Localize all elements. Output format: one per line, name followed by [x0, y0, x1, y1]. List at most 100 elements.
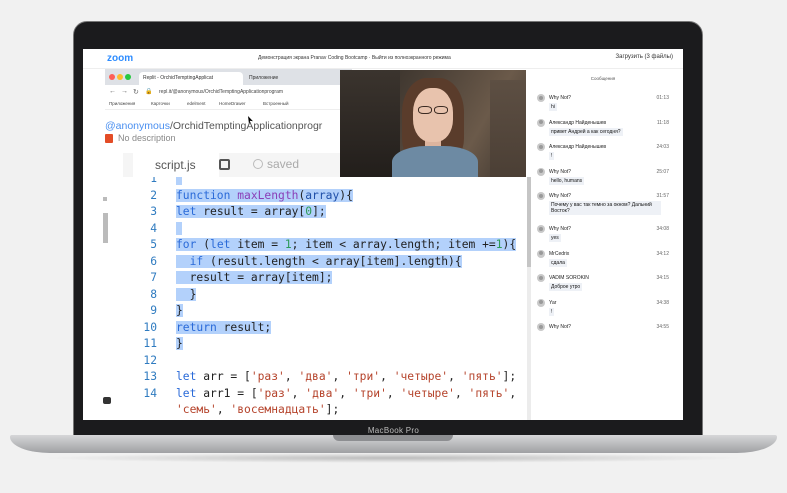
code-text: let result = array[0]; — [176, 205, 326, 218]
chat-time: 34:38 — [656, 299, 669, 306]
code-token: } — [176, 337, 183, 350]
chat-sender: Yar — [549, 299, 557, 306]
lock-icon: 🔒 — [145, 89, 153, 95]
url-bar: ← → ↻ 🔒 repl.it/@anonymous/OrchidTemptin… — [105, 85, 352, 99]
code-token: array — [305, 188, 340, 202]
code-line[interactable]: 10 return result; — [123, 320, 528, 338]
code-line[interactable]: 13 let arr = ['раз', 'два', 'три', 'четыр… — [123, 370, 528, 387]
minimize-window-icon[interactable] — [117, 74, 123, 80]
avatar-icon — [537, 323, 545, 331]
chat-text: Доброе утро — [549, 283, 583, 291]
rail-handle[interactable] — [103, 213, 108, 243]
code-line[interactable]: 3 let result = array[0]; — [123, 205, 528, 222]
scrollbar-thumb[interactable] — [527, 177, 531, 267]
chat-text: привет Андрей а как сегодня? — [549, 127, 623, 136]
avatar-icon — [537, 118, 545, 127]
code-token: function — [176, 188, 238, 202]
upload-button[interactable]: Загрузить (3 файлы) — [615, 54, 673, 60]
bookmark-item[interactable]: HomeDrawer — [219, 101, 246, 106]
close-window-icon[interactable] — [109, 74, 115, 80]
forward-icon[interactable]: → — [121, 88, 128, 95]
code-text: } — [176, 304, 183, 317]
reload-icon[interactable]: ↻ — [133, 88, 139, 96]
code-line[interactable]: 'семь', 'восемнадцать']; — [123, 403, 528, 420]
bookmark-item[interactable]: Приложения — [109, 101, 135, 106]
code-token: 'семь' — [176, 403, 217, 416]
repl-description: No description — [105, 133, 176, 144]
code-text: let arr = ['раз', 'два', 'три', 'четыре'… — [176, 370, 516, 383]
laptop-screen: zoom Демонстрация экрана Pranav Coding B… — [83, 49, 683, 420]
code-line[interactable]: 11} — [123, 337, 528, 354]
line-number: 8 — [150, 287, 157, 301]
repl-description-text[interactable]: No description — [118, 133, 176, 143]
code-token: ]; — [325, 403, 340, 416]
browser-tab-app[interactable]: Приложение — [245, 72, 325, 85]
chat-text: yes — [549, 234, 561, 242]
file-tab-script[interactable]: script.js — [133, 153, 219, 177]
code-text — [176, 177, 182, 185]
code-token: result; — [223, 320, 272, 334]
browser-tab-replit[interactable]: Replit - OrchidTemptingApplicat — [139, 72, 243, 85]
address-field[interactable]: repl.it/@anonymous/OrchidTemptingApplica… — [159, 89, 283, 95]
repl-title: @anonymous/OrchidTemptingApplicationprog… — [105, 120, 322, 132]
chat-sender: VADIM SOROKIN — [549, 275, 589, 281]
code-token: 'три' — [352, 386, 387, 400]
meeting-title: Демонстрация экрана Pranav Coding Bootca… — [258, 55, 451, 61]
browser-tab-bar: Replit - OrchidTemptingApplicat Приложен… — [105, 69, 352, 85]
line-number: 10 — [143, 320, 157, 334]
code-line[interactable]: 14 let arr1 = ['раз', 'два', 'три', 'четы… — [123, 387, 528, 404]
code-line[interactable]: 12 — [123, 354, 528, 371]
code-area[interactable]: 1 2 function maxLength(array){3 let result… — [123, 177, 528, 420]
code-editor[interactable]: 1 2 function maxLength(array){3 let result… — [123, 177, 528, 420]
chat-sender: Why Not? — [549, 226, 571, 232]
code-line[interactable]: 8 } — [123, 287, 528, 305]
bookmark-item[interactable]: Карточки — [151, 101, 170, 106]
chat-text: ! — [549, 152, 555, 160]
code-token: , — [291, 386, 306, 400]
line-number: 3 — [150, 205, 157, 218]
code-line[interactable]: 1 — [123, 177, 528, 189]
chat-sender: Александр Найденышев — [549, 144, 607, 150]
code-line[interactable]: 7 result = array[item]; — [123, 271, 528, 288]
chat-text: hi — [549, 103, 557, 111]
code-token: let — [210, 238, 238, 251]
code-token: , — [454, 386, 469, 400]
left-rail — [103, 177, 111, 420]
line-number: 13 — [143, 370, 157, 383]
repl-project-name: /OrchidTemptingApplicationprogr — [169, 120, 323, 132]
format-icon[interactable] — [219, 159, 230, 170]
code-text: } — [176, 287, 197, 301]
line-number: 14 — [143, 386, 157, 400]
line-number: 6 — [150, 254, 157, 268]
code-token: return — [176, 320, 224, 334]
code-line[interactable]: 2 function maxLength(array){ — [123, 188, 528, 206]
chat-sender: MrCedrix — [549, 250, 570, 257]
webcam-video — [340, 70, 526, 177]
bookmark-item[interactable]: Встроенный — [263, 101, 289, 106]
laptop-brand: MacBook Pro — [367, 426, 420, 435]
code-token: item = — [237, 238, 285, 251]
code-token: 'пять' — [461, 370, 503, 383]
console-toggle-icon[interactable] — [103, 397, 111, 404]
line-number: 4 — [150, 221, 157, 235]
code-line[interactable]: 5 for (let item = 1; item < array.length;… — [123, 238, 528, 255]
repl-user-link[interactable]: @anonymous — [105, 120, 170, 132]
code-token: ]; — [502, 370, 517, 383]
line-number: 2 — [150, 188, 157, 202]
line-number: 5 — [150, 238, 157, 251]
editor-scrollbar[interactable] — [527, 177, 531, 420]
code-token: ( — [203, 238, 211, 251]
code-token: ){ — [502, 238, 517, 251]
code-line[interactable]: 4 — [123, 221, 528, 239]
bookmark-item[interactable]: edelment — [187, 101, 206, 106]
code-token: , — [332, 370, 347, 383]
code-line[interactable]: 9} — [123, 304, 528, 321]
code-token: arr = [ — [203, 370, 251, 383]
glasses-lens — [434, 106, 448, 114]
maximize-window-icon[interactable] — [125, 74, 131, 80]
code-token: result = array[item]; — [176, 271, 333, 284]
code-line[interactable]: 6 if (result.length < array[item].length… — [123, 254, 528, 272]
code-token: } — [176, 304, 183, 317]
back-icon[interactable]: ← — [109, 88, 116, 95]
